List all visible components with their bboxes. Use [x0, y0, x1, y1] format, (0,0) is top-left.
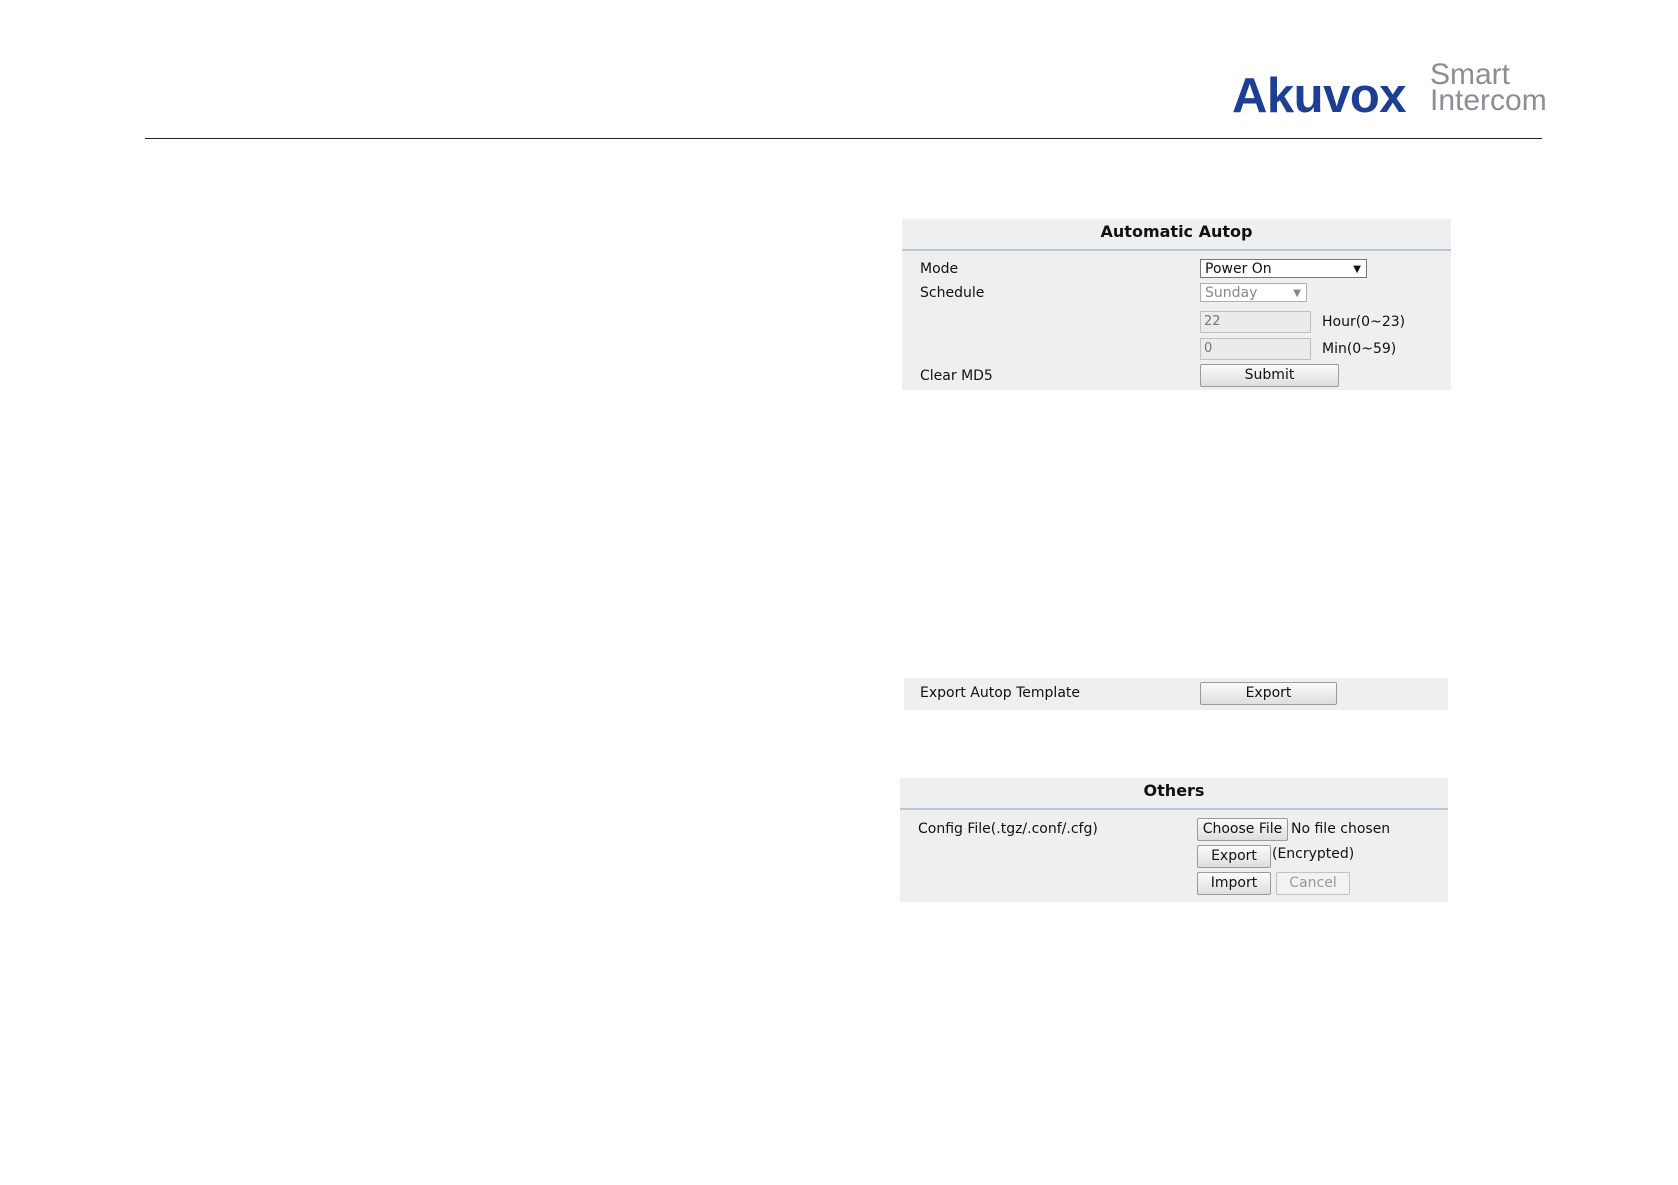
export-template-label: Export Autop Template	[920, 685, 1081, 701]
others-title: Others	[900, 778, 1448, 810]
import-button[interactable]: Import	[1197, 872, 1271, 895]
brand-tagline-line2: Intercom	[1430, 84, 1547, 117]
others-panel: Others Config File(.tgz/.conf/.cfg) Choo…	[900, 778, 1448, 902]
automatic-autop-panel: Automatic Autop Mode Power On ▼ Schedule…	[902, 219, 1451, 390]
chevron-down-icon: ▼	[1293, 288, 1301, 299]
brand-tagline: Smart Intercom	[1430, 60, 1547, 117]
brand-name: Akuvox	[1232, 69, 1407, 123]
export-template-panel: Export Autop Template Export	[904, 678, 1448, 710]
choose-file-button[interactable]: Choose File	[1197, 818, 1288, 841]
minute-input[interactable]: 0	[1200, 338, 1311, 360]
automatic-autop-title: Automatic Autop	[902, 219, 1451, 251]
mode-label: Mode	[920, 261, 959, 277]
config-export-button[interactable]: Export	[1197, 845, 1271, 868]
header-divider	[145, 138, 1542, 139]
mode-select[interactable]: Power On ▼	[1200, 259, 1367, 278]
hour-input[interactable]: 22	[1200, 311, 1311, 333]
config-file-label: Config File(.tgz/.conf/.cfg)	[918, 821, 1098, 837]
submit-button[interactable]: Submit	[1200, 364, 1339, 387]
encrypted-text: (Encrypted)	[1272, 846, 1355, 862]
schedule-select-value: Sunday	[1205, 285, 1258, 301]
schedule-select[interactable]: Sunday ▼	[1200, 283, 1307, 302]
no-file-text: No file chosen	[1291, 821, 1391, 837]
clear-md5-label: Clear MD5	[920, 368, 993, 384]
mode-select-value: Power On	[1205, 261, 1272, 277]
schedule-label: Schedule	[920, 285, 985, 301]
minute-hint: Min(0~59)	[1322, 341, 1397, 357]
chevron-down-icon: ▼	[1353, 264, 1361, 275]
cancel-button[interactable]: Cancel	[1276, 872, 1350, 895]
export-template-button[interactable]: Export	[1200, 682, 1337, 705]
hour-hint: Hour(0~23)	[1322, 314, 1406, 330]
